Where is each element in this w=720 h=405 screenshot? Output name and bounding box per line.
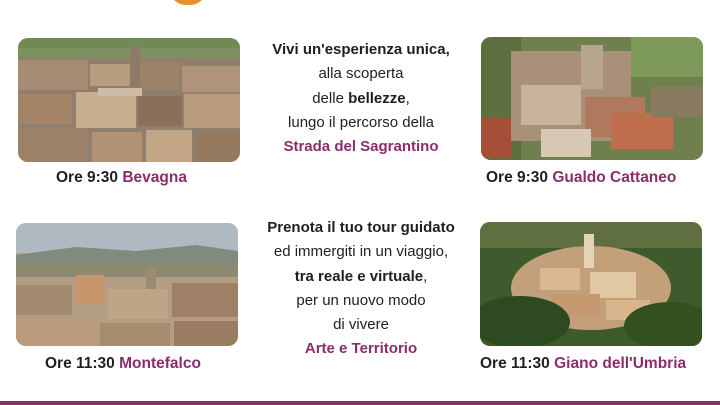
booking-line: per un nuovo modo <box>296 291 426 309</box>
tour-montefalco-caption: Ore 11:30 Montefalco <box>45 355 201 373</box>
booking-bold-text: tra reale e virtuale <box>294 267 424 285</box>
booking-line: di vivere <box>333 316 389 334</box>
intro-text: delle <box>312 89 349 107</box>
booking-line: tra reale e virtuale, <box>238 265 484 289</box>
tour-bevagna-caption: Ore 9:30 Bevagna <box>56 169 187 187</box>
intro-line: alla scoperta <box>318 65 404 83</box>
theme-name: Arte e Territorio <box>304 340 418 358</box>
booking-line: ed immergiti in un viaggio, <box>273 243 449 261</box>
giano-dell-umbria-aerial-photo <box>480 222 702 346</box>
logo-accent-shape <box>171 0 205 5</box>
tour-time: Ore 9:30 <box>56 169 119 186</box>
tour-time: Ore 11:30 <box>480 355 550 372</box>
intro-line: lungo il percorso della <box>288 113 434 131</box>
intro-line: Vivi un'esperienza unica, <box>272 41 450 58</box>
gualdo-cattaneo-aerial-photo <box>481 37 703 160</box>
tour-time: Ore 9:30 <box>486 169 549 186</box>
booking-line: Prenota il tuo tour guidato <box>267 219 455 236</box>
route-name: Strada del Sagrantino <box>283 138 439 156</box>
intro-text-block: Vivi un'esperienza unica, alla scoperta … <box>238 38 484 159</box>
tour-time: Ore 11:30 <box>45 355 115 372</box>
booking-text: , <box>423 267 428 285</box>
tour-gualdo-cattaneo-caption: Ore 9:30 Gualdo Cattaneo <box>486 169 676 187</box>
booking-text-block: Prenota il tuo tour guidato ed immergiti… <box>238 216 484 362</box>
tour-place: Gualdo Cattaneo <box>552 169 677 186</box>
intro-line: delle bellezze, <box>238 87 484 111</box>
tour-place: Bevagna <box>122 169 187 186</box>
montefalco-panorama-photo <box>16 223 238 346</box>
intro-text: , <box>405 89 410 107</box>
tour-place: Giano dell'Umbria <box>554 355 687 372</box>
footer-accent-bar <box>0 401 720 405</box>
event-flyer: Ore 9:30 Bevagna Ore 9:30 Gualdo Cattane… <box>0 0 720 405</box>
intro-bold-text: bellezze <box>348 89 406 107</box>
tour-giano-dell-umbria-caption: Ore 11:30 Giano dell'Umbria <box>480 355 686 373</box>
bevagna-aerial-photo <box>18 38 240 162</box>
tour-place: Montefalco <box>119 355 201 372</box>
